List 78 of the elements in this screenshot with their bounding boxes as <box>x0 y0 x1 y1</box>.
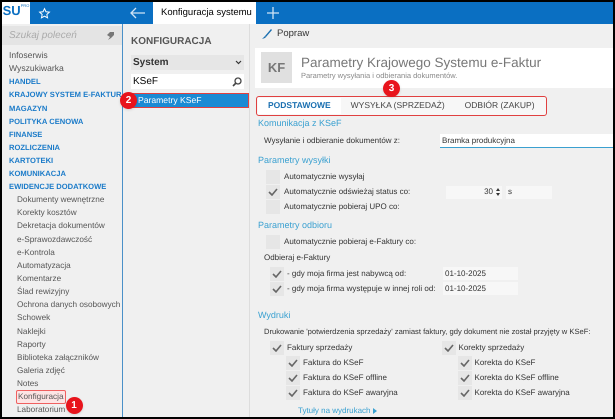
sidebar-item[interactable]: e-Sprawozdawczość <box>16 234 94 246</box>
checkbox[interactable] <box>286 370 300 384</box>
plus-icon[interactable] <box>267 7 279 19</box>
sidebar-item[interactable]: Raporty <box>16 338 47 351</box>
field-label: Wysyłanie i odbieranie dokumentów z: <box>264 135 401 148</box>
brush-icon <box>262 29 272 40</box>
callout-badge: 2 <box>120 92 137 109</box>
checkbox[interactable] <box>270 266 284 281</box>
option-label: Korekta do KSeF <box>474 356 536 368</box>
option-label: Faktury sprzedaży <box>287 342 352 354</box>
list-item[interactable]: Parametry KSeF <box>131 93 249 108</box>
unit-field: s <box>506 186 552 199</box>
date-field[interactable]: 01-10-2025 <box>443 267 518 280</box>
option-label: - gdy moja firma jest nabywcą od: <box>287 268 408 280</box>
sidebar-item[interactable]: Ślad rewizyjny <box>16 286 70 298</box>
sidebar-item[interactable]: Ochrona danych osobowych <box>16 299 122 312</box>
number-field[interactable]: 30 <box>446 186 502 199</box>
gateway-field[interactable]: Bramka produkcyjna <box>440 134 613 148</box>
tab[interactable]: PODSTAWOWE <box>258 98 341 114</box>
checkbox[interactable] <box>266 185 280 200</box>
check-icon <box>268 188 278 196</box>
chevron-down-icon <box>235 60 242 65</box>
spinner-icon[interactable] <box>496 188 500 196</box>
sidebar-item[interactable]: Konfiguracja <box>16 390 66 404</box>
option-label: Faktura do KSeF awaryjna <box>303 386 398 398</box>
checkbox[interactable] <box>270 282 284 296</box>
back-arrow-icon[interactable] <box>130 7 146 19</box>
sidebar-item[interactable]: Galeria zdjęć <box>16 365 66 377</box>
sidebar-item[interactable]: Naklejki <box>16 326 47 338</box>
page-title: Parametry Krajowego Systemu e-Faktur <box>301 55 542 72</box>
sidebar-item[interactable]: Infoserwis <box>9 49 48 62</box>
option-label: Korekty sprzedaży <box>458 342 524 354</box>
sidebar-item[interactable]: Biblioteka załączników <box>16 352 100 364</box>
sidebar-item[interactable]: Wyszukiwarka <box>9 62 64 76</box>
tab[interactable]: ODBIÓR (ZAKUP) <box>454 98 545 114</box>
checkbox[interactable] <box>458 356 472 370</box>
panel-title: KONFIGURACJA <box>131 35 213 49</box>
checkbox[interactable] <box>442 340 456 354</box>
callout-badge: 1 <box>66 397 83 414</box>
sidebar-item[interactable]: Dekretacja dokumentów <box>16 220 106 232</box>
search-icon <box>232 76 242 86</box>
window-tab[interactable]: Konfiguracja systemu <box>153 2 256 24</box>
option-label: Automatycznie wysyłaj <box>284 171 366 184</box>
option-label: Automatycznie pobieraj e-Faktury co: <box>284 236 416 248</box>
sidebar-item[interactable]: Komentarze <box>16 273 62 286</box>
callout-badge: 3 <box>383 80 400 97</box>
checkbox[interactable] <box>286 386 300 400</box>
option-label: Automatycznie odświeżaj status co: <box>284 186 412 198</box>
search-field[interactable]: KSeF <box>131 74 244 89</box>
option-label: Faktura do KSeF <box>303 356 364 368</box>
caret-icon <box>373 408 378 414</box>
option-label: Korekta do KSeF awaryjna <box>474 386 570 398</box>
option-label: - gdy moja firma występuje w innej roli od: <box>287 282 437 295</box>
sidebar-item[interactable]: Dokumenty wewnętrzne <box>16 194 106 206</box>
checkbox[interactable] <box>458 370 472 384</box>
module-icon: KF <box>261 52 292 84</box>
option-label: Korekta do KSeF offline <box>474 372 559 384</box>
sidebar-item[interactable]: e-Kontrola <box>16 246 56 259</box>
section-heading: Parametry odbioru <box>258 218 334 232</box>
sidebar-item[interactable]: Korekty kosztów <box>16 207 78 220</box>
section-heading: Wydruki <box>258 309 292 322</box>
tab[interactable]: WYSYŁKA (SPRZEDAŻ) <box>340 98 455 114</box>
sidebar-item[interactable]: Notes <box>16 378 40 390</box>
sidebar-item[interactable]: Schowek <box>16 312 52 324</box>
date-field[interactable]: 01-10-2025 <box>443 282 518 296</box>
system-dropdown[interactable]: System <box>131 55 244 70</box>
option-label: Automatycznie pobieraj UPO co: <box>284 201 401 214</box>
star-icon[interactable] <box>38 6 51 20</box>
sidebar-item[interactable]: Laboratorium <box>16 404 66 416</box>
checkbox[interactable] <box>286 356 300 370</box>
option-label: Faktura do KSeF offline <box>303 372 387 384</box>
sidebar-item[interactable]: Automatyzacja <box>16 260 72 272</box>
edit-button[interactable]: Popraw <box>277 27 310 42</box>
checkbox[interactable] <box>270 340 284 354</box>
checkbox[interactable] <box>458 386 472 400</box>
section-heading: Komunikacja z KSeF <box>258 116 343 130</box>
section-heading: Parametry wysyłki <box>258 154 332 168</box>
field-label: Odbieraj e-Faktury <box>263 252 332 264</box>
